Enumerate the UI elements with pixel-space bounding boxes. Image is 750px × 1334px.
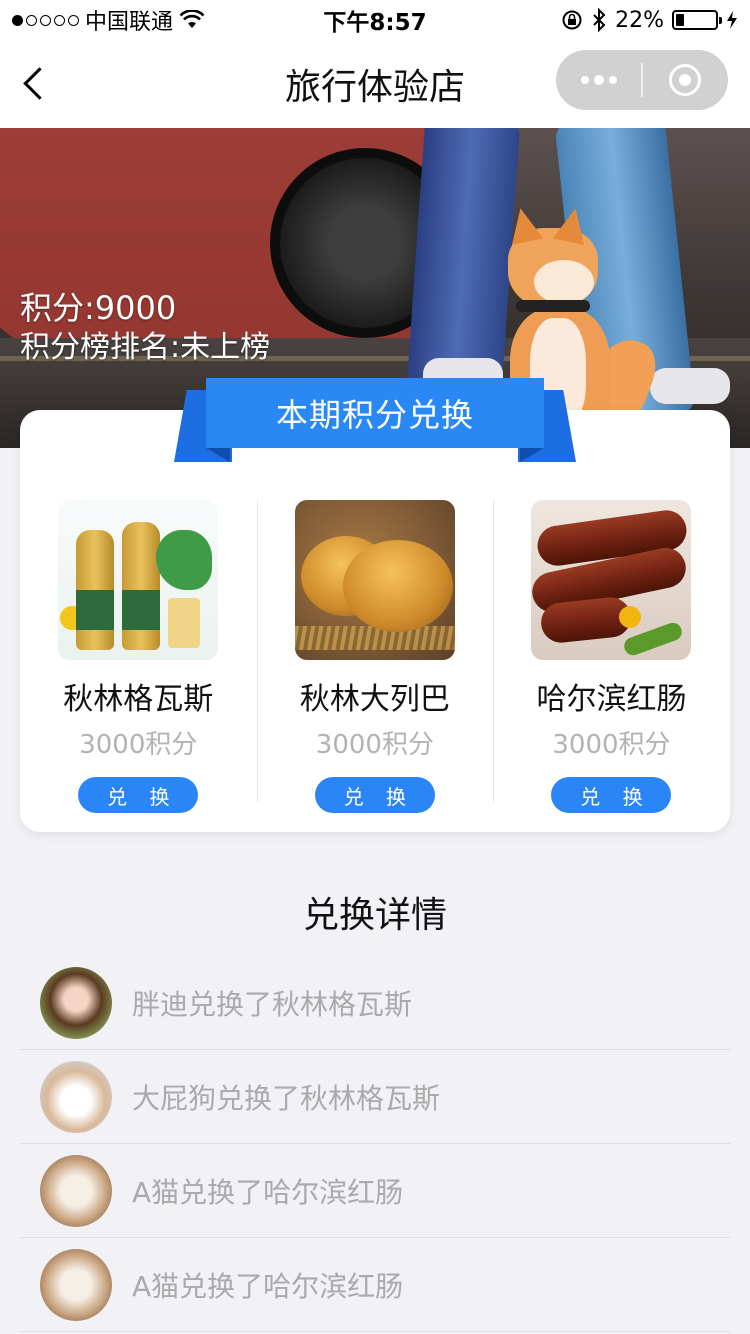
- rank-value: 积分榜排名:未上榜: [20, 330, 271, 365]
- score-summary: 积分:9000 积分榜排名:未上榜: [20, 288, 270, 368]
- product-name: 哈尔滨红肠: [536, 682, 687, 717]
- navigation-bar: 旅行体验店: [0, 40, 750, 128]
- avatar: [40, 1248, 112, 1321]
- status-bar: 中国联通 下午8:57 22%: [0, 0, 750, 40]
- bread-product-image: [294, 500, 455, 660]
- list-item: A猫兑换了哈尔滨红肠: [20, 1238, 730, 1332]
- carrier-name: 中国联通: [85, 10, 174, 35]
- miniprogram-capsule: [556, 50, 728, 110]
- product-item: 秋林大列巴 3000积分 兑 换: [256, 500, 494, 813]
- details-title: 兑换详情: [302, 895, 447, 936]
- avatar: [40, 1154, 112, 1227]
- product-item: 秋林格瓦斯 3000积分 兑 换: [20, 500, 257, 813]
- redeem-button[interactable]: 兑 换: [314, 777, 435, 813]
- list-item: 胖迪兑换了秋林格瓦斯: [20, 956, 730, 1050]
- status-left: 中国联通: [12, 4, 272, 36]
- score-value: 积分:9000: [20, 289, 177, 327]
- redeem-button[interactable]: 兑 换: [78, 777, 199, 813]
- exchange-card: 秋林格瓦斯 3000积分 兑 换 秋林大列巴 3000积分 兑 换 哈尔滨红肠 …: [20, 410, 730, 832]
- exchange-detail-list: 胖迪兑换了秋林格瓦斯 大屁狗兑换了秋林格瓦斯 A猫兑换了哈尔滨红肠 A猫兑换了哈…: [20, 956, 730, 1332]
- orientation-lock-icon: [562, 10, 582, 30]
- battery-percent: 22%: [615, 7, 664, 33]
- status-time: 下午8:57: [323, 10, 427, 36]
- detail-text: A猫兑换了哈尔滨红肠: [132, 1269, 404, 1303]
- product-points: 3000积分: [79, 730, 198, 760]
- product-name: 秋林格瓦斯: [63, 682, 214, 717]
- list-item: A猫兑换了哈尔滨红肠: [20, 1144, 730, 1238]
- product-points: 3000积分: [315, 730, 434, 760]
- avatar: [40, 966, 112, 1039]
- detail-text: A猫兑换了哈尔滨红肠: [132, 1175, 404, 1209]
- kvass-product-image: [58, 500, 219, 660]
- target-circle-icon: [669, 64, 702, 96]
- bluetooth-icon: [593, 8, 606, 32]
- product-points: 3000积分: [552, 730, 671, 760]
- signal-strength-icon: [12, 14, 79, 26]
- detail-text: 大屁狗兑换了秋林格瓦斯: [132, 1081, 441, 1115]
- more-button[interactable]: [556, 50, 641, 110]
- list-item: 大屁狗兑换了秋林格瓦斯: [20, 1050, 730, 1144]
- close-button[interactable]: [643, 50, 728, 110]
- wifi-icon: [179, 10, 205, 28]
- product-item: 哈尔滨红肠 3000积分 兑 换: [493, 500, 730, 813]
- detail-text: 胖迪兑换了秋林格瓦斯: [132, 987, 413, 1021]
- sausage-product-image: [531, 500, 692, 660]
- exchange-ribbon: 本期积分兑换: [174, 378, 576, 462]
- product-list: 秋林格瓦斯 3000积分 兑 换 秋林大列巴 3000积分 兑 换 哈尔滨红肠 …: [20, 500, 730, 813]
- avatar: [40, 1060, 112, 1133]
- status-right: 22%: [478, 8, 738, 33]
- battery-icon: [672, 10, 722, 30]
- product-name: 秋林大列巴: [299, 682, 450, 717]
- exchange-section-title: 本期积分兑换: [206, 378, 544, 448]
- charging-icon: [727, 11, 737, 29]
- redeem-button[interactable]: 兑 换: [551, 777, 672, 813]
